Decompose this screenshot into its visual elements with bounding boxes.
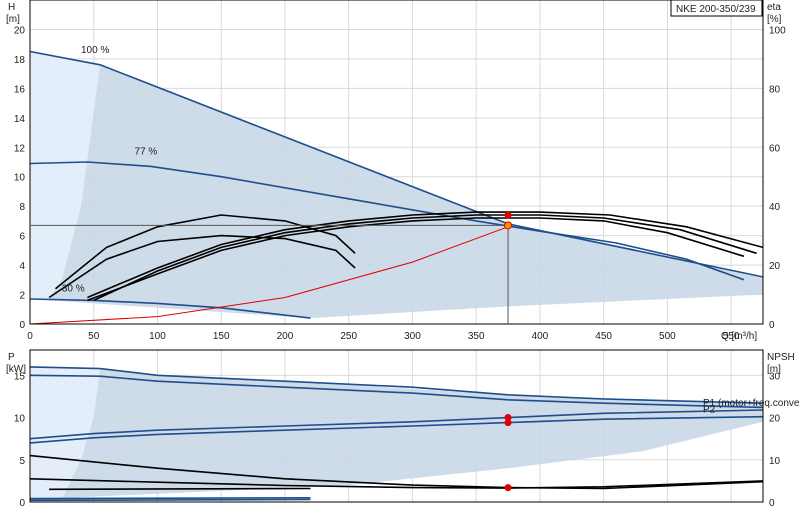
panel1-duty-eta-point [504,211,512,219]
panel2-duty-p2-point [504,419,512,427]
panel2-y2-tick: 20 [769,414,781,425]
panel1-x-tick: 200 [277,331,294,342]
pump-performance-svg: 024681012141618200204060801000 50 100 150 20… [6,0,800,509]
panel1-y-tick: 2 [19,291,25,302]
panel1-y-tick: 10 [14,173,26,184]
panel1-x-tick: 50 [88,331,100,342]
panel2-y2-unit: [m] [767,364,781,375]
panel1-annotation: 77 % [135,147,158,158]
panel1-y-label: H [8,2,15,13]
panel1-y-unit: [m] [6,14,20,25]
panel1-x-label: Q [m³/h] [721,331,757,342]
panel1-x-tick: 300 [404,331,421,342]
panel1-y2-tick: 40 [769,202,781,213]
panel2-y-tick: 0 [19,498,25,509]
panel2-y-tick: 10 [14,414,26,425]
panel1-x-tick: 350 [468,331,485,342]
panel2-y2-tick: 0 [769,498,775,509]
panel1-y-tick: 18 [14,55,26,66]
panel1-x-tick: 250 [340,331,357,342]
panel1-x-tick: 100 [149,331,166,342]
panel2-series-5 [29,498,311,502]
panel2-series-label-2: P1 (motor+freq.converter) [703,398,800,409]
panel1-y-tick: 20 [14,25,26,36]
panel2-series-8 [49,487,311,491]
panel1-y2-label: eta [767,2,781,13]
panel1-y-tick: 4 [19,261,25,272]
panel1-y2-tick: 20 [769,261,781,272]
panel1-y-tick: 12 [14,143,26,154]
panel2-y-tick: 5 [19,456,25,467]
panel1-y-tick: 16 [14,84,26,95]
panel1-x-tick: 450 [595,331,612,342]
panel1-x-tick: 0 [27,331,33,342]
panel1-annotation: 30 % [62,284,85,295]
panel1-annotation: 100 % [81,45,109,56]
panel2-duty-npsh-point [504,484,512,492]
panel1-y-tick: 14 [14,114,26,125]
panel1-duty-point [504,221,513,230]
panel2-y2-label: NPSH [767,352,795,363]
panel2-y2-tick: 10 [769,456,781,467]
panel1-y2-unit: [%] [767,14,782,25]
panel1-y-tick: 8 [19,202,25,213]
panel2-series-4 [29,497,311,500]
panel2-y-label: P [8,352,15,363]
panel1-y2-tick: 100 [769,25,786,36]
panel1-y2-tick: 0 [769,320,775,331]
panel2-y-unit: [kW] [6,364,26,375]
panel1-title: NKE 200-350/239 [676,4,756,15]
panel1-x-tick: 400 [532,331,549,342]
panel1-y-tick: 0 [19,320,25,331]
panel1-x-tick: 150 [213,331,230,342]
panel1-x-tick: 500 [659,331,676,342]
panel1-y2-tick: 60 [769,143,781,154]
panel1-y2-tick: 80 [769,84,781,95]
panel1-operating-range [30,51,763,319]
pump-curve-chart: 0 2 4 6 8 10 12 14 16 18 20 0 20 40 60 80 100 0 50 100 150 20… [0,0,800,520]
panel1-y-tick: 6 [19,232,25,243]
panel2-series-label-3: P2 [703,405,716,416]
